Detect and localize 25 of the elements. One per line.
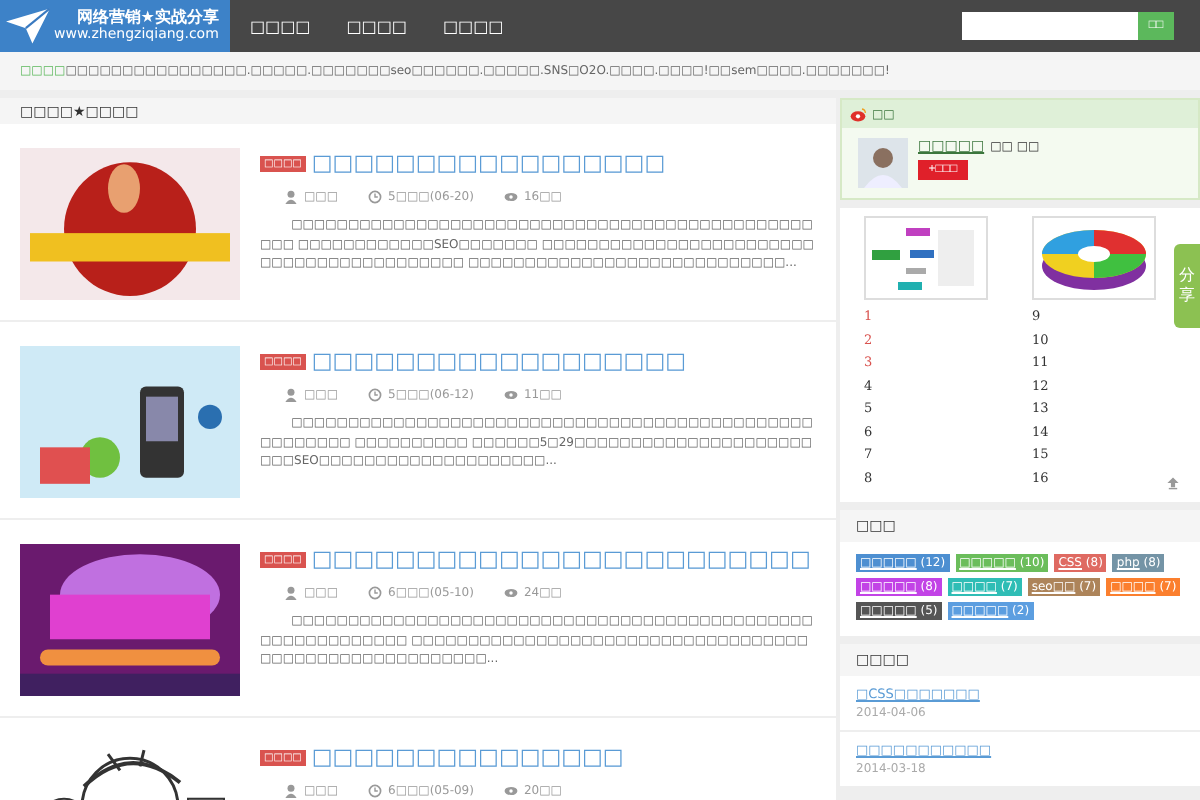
post-title[interactable]: □□□□□□□□□□□□□□□□□□ xyxy=(311,348,686,374)
eye-icon xyxy=(503,190,518,204)
paper-plane-icon xyxy=(6,8,50,44)
nav-link[interactable]: □□□□ xyxy=(250,17,311,35)
site-title: 网络营销★实战分享 xyxy=(76,9,219,27)
user-icon xyxy=(284,190,298,204)
nav-link[interactable]: □□□□ xyxy=(346,17,407,35)
back-to-top-icon[interactable] xyxy=(1166,476,1180,490)
eye-icon xyxy=(503,388,518,402)
avatar xyxy=(858,138,908,188)
post-title[interactable]: □□□□□□□□□□□□□□□ xyxy=(311,744,624,770)
clock-icon xyxy=(368,190,383,204)
clock-icon xyxy=(368,388,383,402)
post-title[interactable]: □□□□□□□□□□□□□□□□□□□□□□□□ xyxy=(311,546,811,572)
weibo-icon xyxy=(850,107,866,121)
search-field[interactable] xyxy=(962,12,1138,40)
clock-icon xyxy=(368,784,383,798)
eye-icon xyxy=(503,586,518,600)
post-title[interactable]: □□□□□□□□□□□□□□□□□ xyxy=(311,150,666,176)
user-icon xyxy=(284,784,298,798)
nav-link[interactable]: □□□□ xyxy=(442,17,504,35)
share-tab[interactable]: 分享 xyxy=(1174,244,1200,328)
clock-icon xyxy=(368,586,383,600)
user-icon xyxy=(284,388,298,402)
user-icon xyxy=(284,586,298,600)
